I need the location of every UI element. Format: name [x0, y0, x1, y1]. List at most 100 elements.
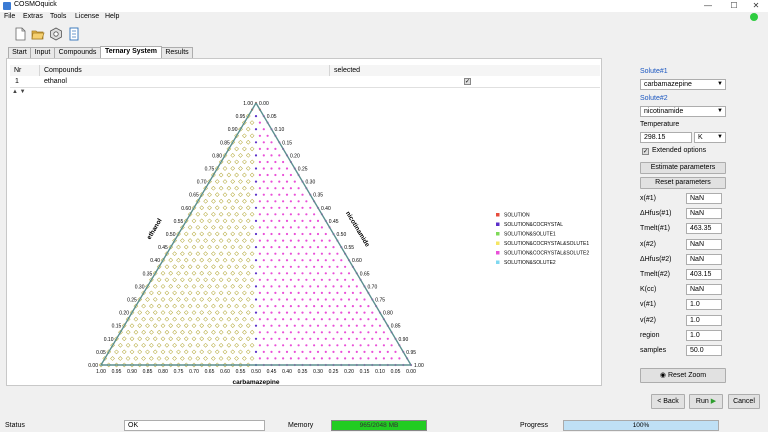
tab-input[interactable]: Input [30, 47, 55, 58]
data-point [226, 264, 232, 270]
data-point [254, 154, 258, 157]
data-point [129, 349, 135, 355]
data-point [254, 324, 258, 327]
param-input[interactable]: 463.35 [686, 223, 722, 235]
data-point [164, 316, 170, 322]
solute1-select[interactable]: carbamazepine ▼ [640, 79, 726, 90]
menu-file[interactable]: File [4, 13, 15, 20]
data-point [359, 344, 362, 347]
data-point [199, 231, 205, 237]
data-point [278, 193, 281, 196]
reset-parameters-button[interactable]: Reset parameters [640, 177, 726, 189]
data-point [316, 350, 320, 353]
data-point [234, 303, 239, 309]
new-file-icon[interactable] [13, 27, 27, 41]
data-point [289, 305, 292, 308]
table-row[interactable]: 1 ethanol ✓ [10, 76, 600, 88]
data-point [320, 278, 323, 281]
param-input[interactable]: 1.0 [686, 299, 722, 311]
data-point [378, 324, 382, 327]
data-point [137, 323, 143, 328]
data-point [301, 246, 304, 249]
data-point [176, 336, 181, 342]
cancel-button[interactable]: Cancel [728, 394, 760, 409]
param-label: v(#1) [640, 301, 656, 309]
run-button[interactable]: Run ▶ [689, 394, 723, 409]
data-point [249, 198, 255, 204]
data-point [375, 344, 378, 347]
right-axis-label: nicotinamide [344, 210, 371, 248]
legend-label: SOLUTION&COCRYSTAL [504, 222, 563, 228]
extended-options-checkbox[interactable]: ✓ [642, 148, 649, 155]
param-input[interactable]: NaN [686, 238, 722, 250]
data-point [214, 192, 220, 197]
data-point [340, 298, 343, 301]
data-point [289, 291, 292, 294]
param-input[interactable]: NaN [686, 284, 722, 296]
param-input[interactable]: NaN [686, 253, 722, 265]
data-point [242, 329, 247, 335]
data-point [254, 193, 258, 196]
tab-ternary-system[interactable]: Ternary System [100, 46, 162, 58]
data-point [226, 303, 232, 309]
open-folder-icon[interactable] [31, 27, 45, 41]
data-point [270, 141, 273, 144]
document-icon[interactable] [67, 27, 81, 41]
data-point [238, 310, 243, 315]
data-point [328, 278, 331, 281]
data-point [258, 160, 261, 164]
data-point [316, 219, 320, 222]
settings-hex-icon[interactable] [49, 27, 63, 41]
data-point [328, 331, 331, 334]
data-point [285, 337, 289, 340]
data-point [336, 344, 339, 347]
data-point [207, 270, 212, 276]
data-point [129, 323, 135, 329]
column-compounds[interactable]: Compounds [40, 65, 330, 76]
back-button[interactable]: < Back [651, 394, 685, 409]
solute2-select[interactable]: nicotinamide ▼ [640, 106, 726, 117]
tab-start[interactable]: Start [8, 47, 31, 58]
row-selected-checkbox[interactable]: ✓ [464, 78, 471, 85]
param-input[interactable]: 1.0 [686, 329, 722, 341]
menu-tools[interactable]: Tools [50, 13, 66, 20]
data-point [301, 206, 304, 209]
close-button[interactable]: ✕ [744, 0, 768, 12]
data-point [270, 285, 273, 288]
data-point [152, 323, 158, 328]
menu-license[interactable]: License [75, 13, 99, 20]
tab-results[interactable]: Results [161, 47, 193, 58]
data-point [297, 318, 300, 321]
menu-help[interactable]: Help [105, 13, 119, 20]
param-input[interactable]: NaN [686, 208, 722, 220]
column-nr[interactable]: Nr [10, 65, 40, 76]
data-point [187, 342, 193, 348]
param-input[interactable]: 50.0 [686, 345, 722, 356]
data-point [305, 357, 308, 360]
reset-zoom-button[interactable]: ◉ Reset Zoom [640, 368, 726, 383]
data-point [226, 172, 232, 178]
param-input[interactable]: 403.15 [686, 269, 722, 280]
menu-extras[interactable]: Extras [23, 13, 43, 20]
run-label: Run [695, 398, 709, 405]
data-point [242, 277, 247, 283]
tab-compounds[interactable]: Compounds [54, 47, 101, 58]
data-point [211, 277, 216, 283]
temperature-input[interactable]: 298.15 [640, 132, 692, 143]
ternary-plot[interactable]: 1.001.00 0.000.950.95 0.050.900.90 0.100.85… [6, 95, 602, 385]
column-selected[interactable]: selected [330, 65, 600, 76]
data-point [316, 246, 320, 249]
data-point [266, 134, 269, 137]
param-input[interactable]: NaN [686, 193, 722, 204]
maximize-button[interactable]: ☐ [722, 0, 746, 12]
data-point [149, 290, 154, 296]
estimate-parameters-button[interactable]: Estimate parameters [640, 162, 726, 174]
data-point [168, 297, 174, 302]
data-point [180, 303, 185, 309]
data-point [289, 278, 292, 281]
temperature-unit-select[interactable]: K ▼ [694, 132, 726, 143]
minimize-button[interactable]: — [696, 0, 720, 12]
data-point [249, 290, 255, 296]
param-input[interactable]: 1.0 [686, 314, 722, 326]
data-point [305, 278, 308, 281]
